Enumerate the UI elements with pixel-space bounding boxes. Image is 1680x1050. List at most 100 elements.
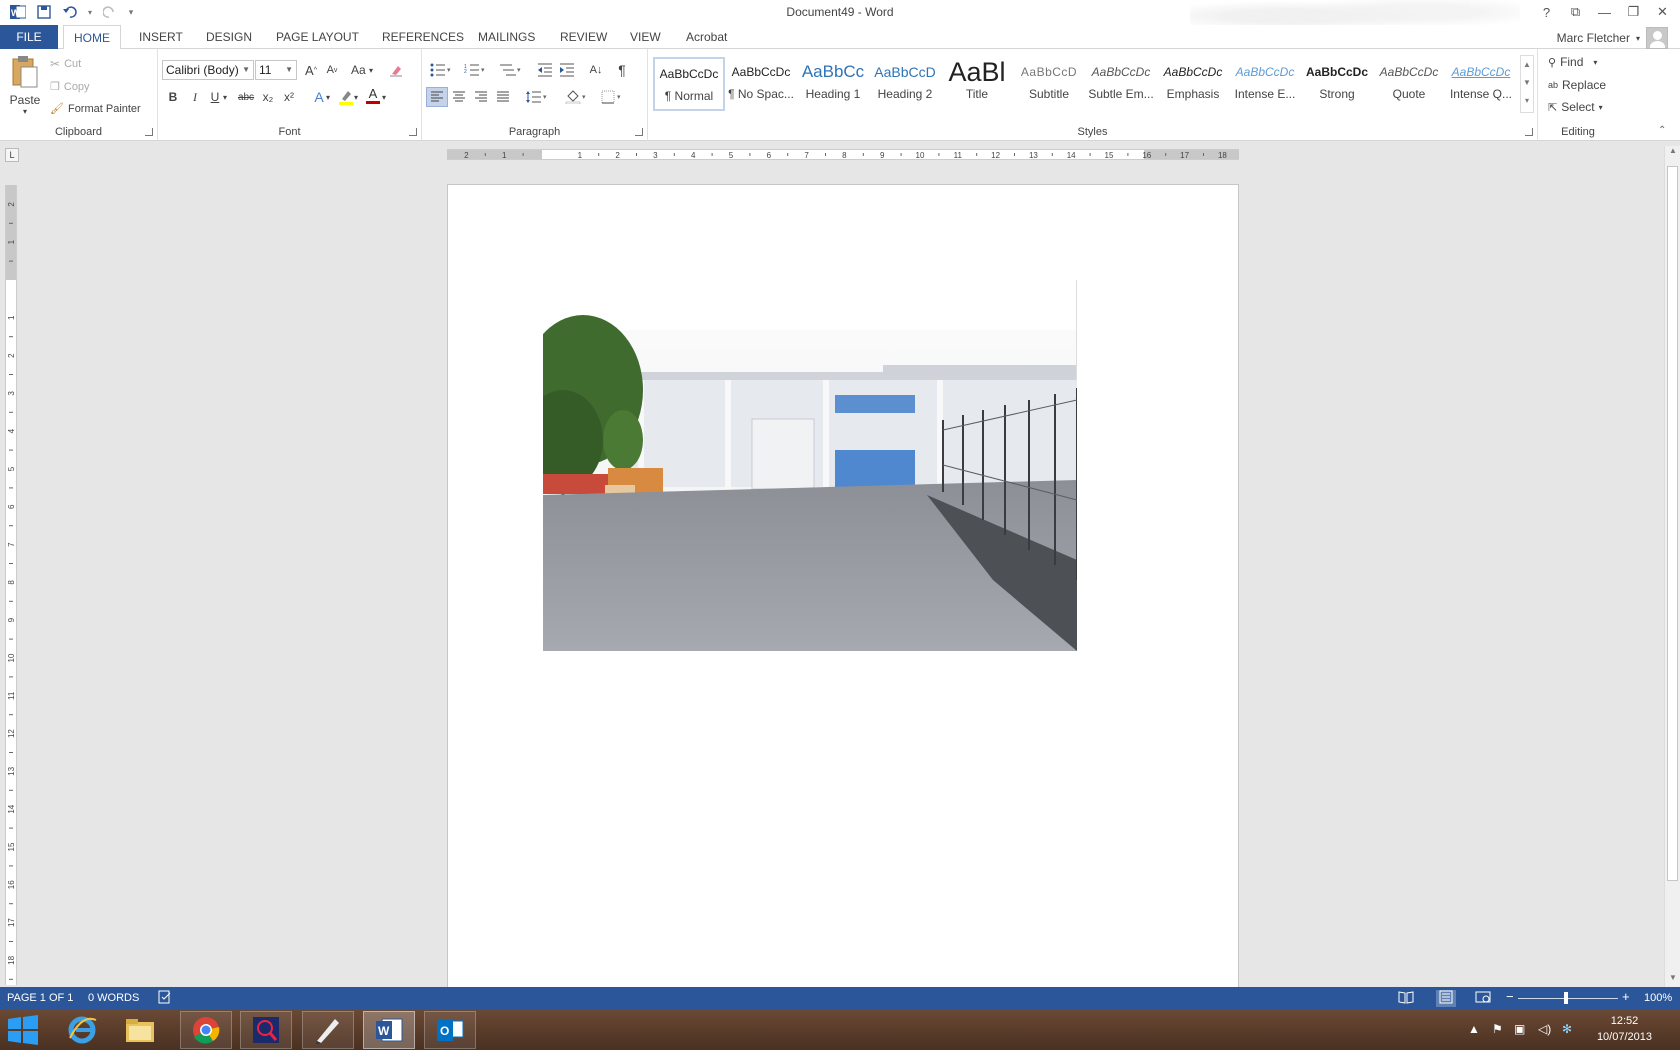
zoom-out-icon[interactable]: − <box>1506 989 1514 1004</box>
tab-home[interactable]: HOME <box>63 25 121 50</box>
style-heading-2[interactable]: AaBbCcD Heading 2 <box>869 57 941 111</box>
volume-icon[interactable]: ◁) <box>1538 1022 1551 1036</box>
dialog-launcher-icon[interactable] <box>1525 128 1533 136</box>
file-explorer-icon[interactable] <box>114 1011 166 1049</box>
italic-button[interactable]: I <box>184 87 206 107</box>
document-image[interactable] <box>543 280 1077 651</box>
minimize-icon[interactable]: — <box>1590 2 1619 22</box>
close-icon[interactable]: ✕ <box>1648 2 1677 22</box>
tab-page-layout[interactable]: PAGE LAYOUT <box>266 25 369 49</box>
tab-review[interactable]: REVIEW <box>550 25 617 49</box>
change-case-button[interactable]: Aa ▾ <box>348 60 376 80</box>
justify-icon[interactable] <box>492 87 514 107</box>
style-intense-emphasis[interactable]: AaBbCcDc Intense E... <box>1229 57 1301 111</box>
align-right-icon[interactable] <box>470 87 492 107</box>
tab-file[interactable]: FILE <box>0 25 58 49</box>
chevron-down-icon[interactable]: ▼ <box>242 61 250 79</box>
chevron-down-icon[interactable]: ▾ <box>220 87 230 107</box>
select-button[interactable]: ⇱ Select ▾ <box>1548 100 1603 114</box>
find-button[interactable]: ⚲ Find ▾ <box>1548 55 1597 69</box>
horizontal-ruler[interactable]: 2 1 1 2 3 4 5 6 7 8 9 10 11 12 13 14 15 16 17 18 <box>447 149 1239 160</box>
page-count[interactable]: PAGE 1 OF 1 <box>7 992 73 1004</box>
chrome-icon[interactable] <box>180 1011 232 1049</box>
search-tool-icon[interactable] <box>240 1011 292 1049</box>
user-name[interactable]: Marc Fletcher <box>1557 31 1630 45</box>
style-no-spacing[interactable]: AaBbCcDc ¶ No Spac... <box>725 57 797 111</box>
grow-font-icon[interactable]: A ^ <box>300 60 322 80</box>
tab-insert[interactable]: INSERT <box>129 25 193 49</box>
scrollbar-thumb[interactable] <box>1667 166 1678 881</box>
scroll-up-icon[interactable]: ▲ <box>1665 146 1680 160</box>
tab-references[interactable]: REFERENCES <box>372 25 474 49</box>
more-styles-icon[interactable]: ▾ <box>1521 92 1533 110</box>
internet-explorer-icon[interactable] <box>56 1011 108 1049</box>
show-hidden-icons[interactable]: ▲ <box>1468 1022 1480 1036</box>
tab-mailings[interactable]: MAILINGS <box>468 25 545 49</box>
strikethrough-button[interactable]: abc <box>235 87 257 107</box>
align-left-icon[interactable] <box>426 87 448 107</box>
zoom-level[interactable]: 100% <box>1644 992 1672 1004</box>
style-heading-1[interactable]: AaBbCc Heading 1 <box>797 57 869 111</box>
style-normal[interactable]: AaBbCcDc ¶ Normal <box>653 57 725 111</box>
word-count[interactable]: 0 WORDS <box>88 992 139 1004</box>
show-paragraph-marks-icon[interactable]: ¶ <box>611 60 633 80</box>
format-painter-button[interactable]: 🖌 Format Painter <box>50 102 141 116</box>
read-mode-icon[interactable] <box>1398 990 1414 1007</box>
style-strong[interactable]: AaBbCcDc Strong <box>1301 57 1373 111</box>
vertical-scrollbar[interactable]: ▲ ▼ <box>1664 146 1680 987</box>
tab-view[interactable]: VIEW <box>620 25 671 49</box>
dialog-launcher-icon[interactable] <box>145 128 153 136</box>
style-quote[interactable]: AaBbCcDc Quote <box>1373 57 1445 111</box>
dialog-launcher-icon[interactable] <box>635 128 643 136</box>
superscript-button[interactable]: x² <box>278 87 300 107</box>
decrease-indent-icon[interactable] <box>534 60 556 80</box>
bullets-button[interactable]: ▾ <box>426 60 456 80</box>
tab-acrobat[interactable]: Acrobat <box>676 25 737 49</box>
chevron-down-icon[interactable]: ▾ <box>1636 34 1640 43</box>
multilevel-list-button[interactable]: ▾ <box>494 60 526 80</box>
shading-button[interactable]: ▾ <box>562 87 592 107</box>
start-button[interactable] <box>0 1011 46 1049</box>
style-title[interactable]: AaBl Title <box>941 57 1013 111</box>
chevron-down-icon[interactable]: ▾ <box>351 87 361 107</box>
subscript-button[interactable]: x₂ <box>257 87 279 107</box>
scroll-down-icon[interactable]: ▼ <box>1521 74 1533 92</box>
vertical-ruler[interactable]: 2 1 1 2 3 4 5 6 7 8 9 10 11 12 13 14 15 16 17 18 <box>5 185 17 985</box>
paste-button[interactable]: Paste ▾ <box>8 55 42 116</box>
tab-design[interactable]: DESIGN <box>196 25 262 49</box>
style-intense-quote[interactable]: AaBbCcDc Intense Q... <box>1445 57 1517 111</box>
cut-button[interactable]: ✂ Cut <box>50 57 81 71</box>
chevron-down-icon[interactable]: ▾ <box>323 87 333 107</box>
outlook-icon[interactable]: O <box>424 1011 476 1049</box>
web-layout-icon[interactable] <box>1475 990 1491 1007</box>
flag-icon[interactable]: ⚑ <box>1492 1022 1503 1036</box>
replace-button[interactable]: ab Replace <box>1548 78 1606 92</box>
numbering-button[interactable]: 1 2 ▾ <box>460 60 490 80</box>
word-taskbar-icon[interactable]: W <box>363 1011 415 1049</box>
print-layout-icon[interactable] <box>1436 990 1456 1007</box>
scroll-up-icon[interactable]: ▲ <box>1521 56 1533 74</box>
zoom-in-icon[interactable]: + <box>1622 989 1630 1004</box>
chevron-down-icon[interactable]: ▼ <box>285 61 293 79</box>
sort-icon[interactable]: A↓ <box>585 60 607 80</box>
collapse-ribbon-icon[interactable]: ⌃ <box>1658 125 1666 136</box>
ribbon-display-icon[interactable]: ⧉ <box>1561 2 1590 22</box>
avatar[interactable] <box>1646 27 1668 49</box>
shrink-font-icon[interactable]: Av <box>321 60 343 80</box>
zoom-slider[interactable] <box>1518 998 1618 999</box>
network-icon[interactable]: ▣ <box>1514 1022 1525 1036</box>
system-clock[interactable]: 12:52 10/07/2013 <box>1597 1013 1652 1045</box>
line-spacing-button[interactable]: ▾ <box>522 87 552 107</box>
style-subtitle[interactable]: AaBbCcD Subtitle <box>1013 57 1085 111</box>
align-center-icon[interactable] <box>448 87 470 107</box>
pen-tool-icon[interactable] <box>302 1011 354 1049</box>
tab-selector[interactable]: L <box>5 148 19 162</box>
copy-button[interactable]: ❐ Copy <box>50 80 90 94</box>
clear-formatting-icon[interactable] <box>385 60 407 80</box>
user-account[interactable]: Marc Fletcher ▾ <box>1557 27 1668 49</box>
zoom-slider-thumb[interactable] <box>1564 992 1568 1004</box>
style-subtle-emphasis[interactable]: AaBbCcDc Subtle Em... <box>1085 57 1157 111</box>
borders-button[interactable]: ▾ <box>598 87 628 107</box>
restore-icon[interactable]: ❐ <box>1619 2 1648 22</box>
help-icon[interactable]: ? <box>1532 2 1561 22</box>
